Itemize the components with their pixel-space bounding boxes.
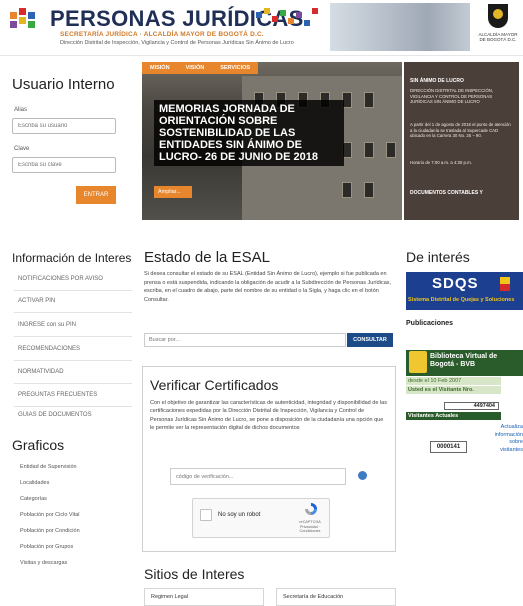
grafico-link-ciclo-vital[interactable]: Población por Ciclo Vital [20,512,80,518]
site-subtitle-secondary: Dirección Distrital de Inspección, Vigil… [60,40,294,46]
visitor-counter: 4497404 [444,402,499,410]
clave-input[interactable] [12,157,116,173]
grafico-link-entidad[interactable]: Entidad de Supervisión [20,464,77,470]
decorative-pixels-icon [256,8,326,30]
menu-item-normatividad[interactable]: NORMATIVIDAD [18,369,128,375]
book-icon [409,351,427,373]
grafico-link-grupos[interactable]: Población por Grupos [20,544,73,550]
bvb-since: desde el 10 Feb 2007 [406,377,501,385]
bogota-flag-icon [500,277,510,291]
de-interes-title: De interés [406,249,470,265]
visitantes-actuales-label: Visitantes Actuales [406,412,501,420]
estado-title: Estado de la ESAL [144,249,270,266]
lock-icon[interactable] [358,471,367,480]
menu-item-preguntas[interactable]: PREGUNTAS FRECUENTES [18,392,128,398]
grafico-link-condicion[interactable]: Población por Condición [20,528,80,534]
recaptcha-icon [305,503,317,515]
tab-mision[interactable]: MISIÓN [142,62,178,74]
sitio-link-regimen-legal[interactable]: Regimen Legal [144,588,264,606]
menu-item-activar-pin[interactable]: ACTIVAR PIN [18,298,128,304]
hero-caption[interactable]: MEMORIAS JORNADA DE ORIENTACIÓN SOBRE SO… [154,100,344,166]
entrar-button[interactable]: ENTRAR [76,186,116,204]
publicaciones-link[interactable]: Publicaciones [406,320,453,327]
grafico-link-localidades[interactable]: Localidades [20,480,49,486]
alias-label: Alias [14,107,28,113]
recaptcha-label: No soy un robot [218,512,261,518]
tab-servicios[interactable]: SERVICIOS [212,62,259,74]
sdqs-title: SDQS [432,275,479,292]
notice-title: SIN ÁNIMO DE LUCRO [410,78,464,84]
notice-paragraph-2: A partir del 1 de agosto de 2018 el punt… [410,122,511,138]
sitio-link-secretaria-educacion[interactable]: Secretaría de Educación [276,588,396,606]
notice-paragraph-1: DIRECCIÓN DISTRITAL DE INSPECCIÓN, VIGIL… [410,88,494,104]
consultar-button[interactable]: CONSULTAR [347,333,393,347]
colored-squares-logo-icon[interactable] [10,8,44,36]
sdqs-subtitle: Sistema Distrital de Quejas y Soluciones [408,297,515,303]
actualiza-visitantes-link[interactable]: Actualiza información sobre visitantes [489,424,523,454]
estado-description: Si desea consultar el estado de su ESAL … [144,271,392,303]
tab-vision[interactable]: VISIÓN [177,62,213,74]
clave-label: Clave [14,146,30,152]
grafico-link-visitas[interactable]: Visitas y descargas [20,560,67,566]
menu-item-notificaciones[interactable]: NOTIFICACIONES POR AVISO [18,276,128,282]
info-title: Información de Interes [12,251,132,265]
bvb-title: Biblioteca Virtual de Bogotá - BVB [430,353,498,368]
graficos-title: Graficos [12,437,65,453]
verification-code-input[interactable] [170,468,346,485]
grafico-link-categorias[interactable]: Categorías [20,496,47,502]
menu-item-guias[interactable]: GUIAS DE DOCUMENTOS [18,412,128,418]
login-title: Usuario Interno [12,76,115,93]
crest-caption: ALCALDÍA MAYOR DE BOGOTÁ D.C. [478,32,518,42]
notice-paragraph-3: Horario de 7:00 a.m. a 4:30 p.m. [410,160,472,165]
verificar-description: Con el objetivo de garantizar las caract… [150,400,387,431]
menu-divider [14,336,132,337]
sitios-title: Sitios de Interes [144,566,245,582]
menu-divider [14,312,132,313]
bogota-crest-icon: ALCALDÍA MAYOR DE BOGOTÁ D.C. [478,4,518,52]
verificar-title: Verificar Certificados [150,377,279,393]
menu-item-recomendaciones[interactable]: RECOMENDACIONES [18,346,128,352]
notice-documents-link[interactable]: DOCUMENTOS CONTABLES Y [410,190,483,196]
menu-divider [14,290,132,291]
current-visitors-counter: 0000141 [430,441,467,453]
menu-divider [14,360,132,361]
notice-panel [404,62,519,220]
menu-item-ingrese-pin[interactable]: INGRESE con su PIN [18,322,128,328]
menu-divider [14,383,132,384]
esal-search-input[interactable] [144,333,346,347]
recaptcha-brand: reCAPTCHA Privacidad · Condiciones [292,520,328,534]
ampliar-button[interactable]: Ampliar... [154,186,192,198]
recaptcha-terms-link[interactable]: Privacidad · Condiciones [292,525,328,534]
hero-tabs: MISIÓN VISIÓN SERVICIOS [142,62,259,74]
alias-input[interactable] [12,118,116,134]
visitante-label: Usted es el Visitante Nro. [406,386,501,394]
menu-divider [14,406,132,407]
site-subtitle: SECRETARÍA JURÍDICA · ALCALDÍA MAYOR DE … [60,31,264,38]
site-header: PERSONAS JURÍDICAS SECRETARÍA JURÍDICA ·… [0,0,523,56]
recaptcha-checkbox[interactable] [200,509,212,521]
header-banner-image [330,3,470,51]
